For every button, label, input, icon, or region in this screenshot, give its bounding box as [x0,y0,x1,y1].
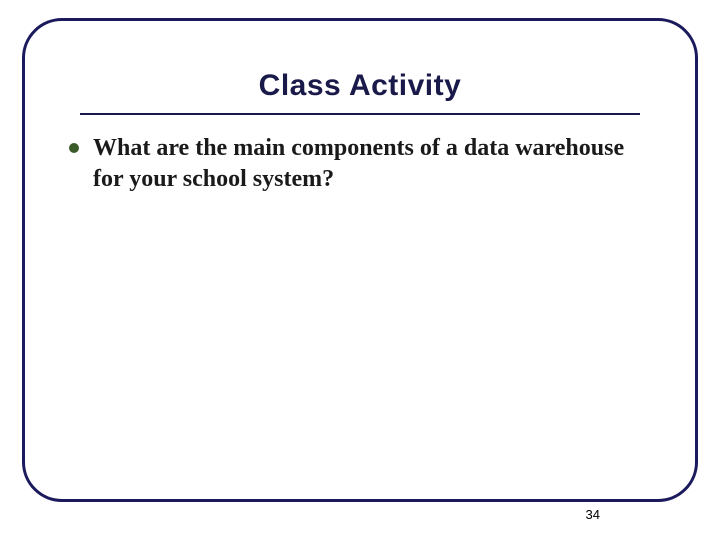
bullet-item: What are the main components of a data w… [63,133,657,195]
slide-content: Class Activity What are the main compone… [25,21,695,215]
slide-title: Class Activity [80,69,640,113]
slide-frame: Class Activity What are the main compone… [22,18,698,502]
bullet-icon [69,143,79,153]
title-underline [80,113,640,115]
bullet-text: What are the main components of a data w… [93,133,651,195]
page-number: 34 [586,507,600,522]
